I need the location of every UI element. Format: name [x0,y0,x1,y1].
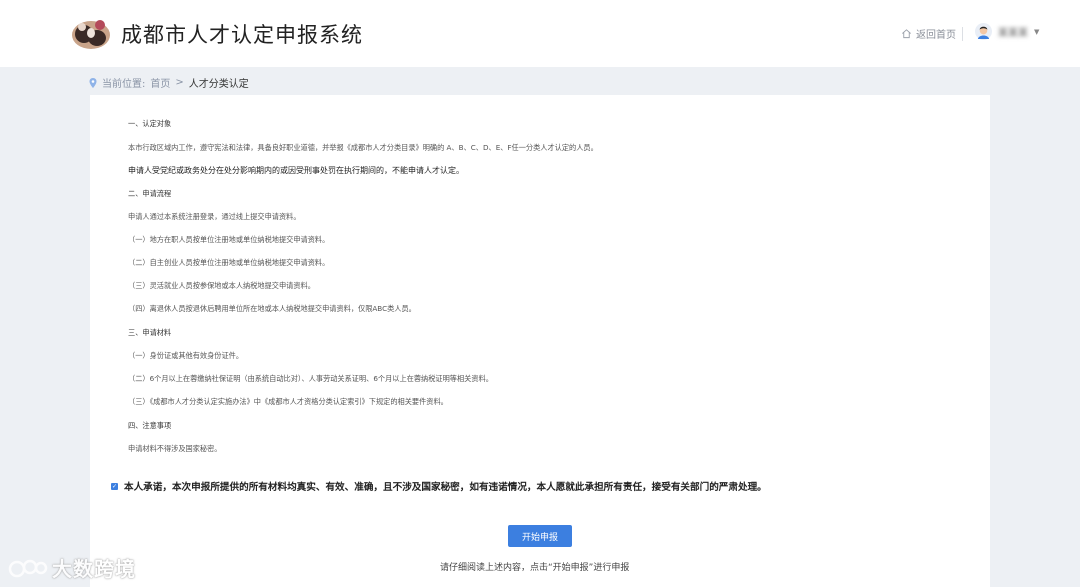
notice-line: （三）灵活就业人员按参保地或本人纳税地提交申请资料。 [128,281,315,290]
section-heading: 二、申请流程 [128,189,172,198]
instruction-hint: 请仔细阅读上述内容，点击“开始申报”进行申报 [440,563,630,573]
chevron-down-icon: ▼ [1034,27,1040,36]
section-heading: 一、认定对象 [128,119,172,128]
agreement-row: ✓ 本人承诺，本次申报所提供的所有材料均真实、有效、准确，且不涉及国家秘密，如有… [111,479,767,493]
notice-line: 申请人通过本系统注册登录，通过线上提交申请资料。 [128,212,301,221]
return-home-link[interactable]: 返回首页 [901,26,956,41]
agreement-checkbox[interactable]: ✓ [111,482,118,490]
notice-line: （三）《成都市人才分类认定实施办法》中《成都市人才资格分类认定索引》下规定的相关… [128,397,448,406]
watermark: 大数跨境 [8,553,136,582]
top-header: 成都市人才认定申报系统 返回首页 某某某 ▼ [0,0,1080,67]
breadcrumb: 当前位置: 首页 > 人才分类认定 [89,75,249,90]
user-menu[interactable]: 某某某 ▼ [975,23,1039,40]
location-pin-icon [89,77,97,88]
notice-line: （一）身份证或其他有效身份证件。 [128,351,244,360]
avatar [975,23,992,40]
notice-line: 申请人受党纪或政务处分在处分影响期内的或因受刑事处罚在执行期间的，不能申请人才认… [128,166,464,175]
notice-line: 申请材料不得涉及国家秘密。 [128,444,222,453]
watermark-logo-icon [8,559,48,577]
start-application-button[interactable]: 开始申报 [508,525,572,547]
watermark-text: 大数跨境 [52,557,136,581]
header-divider [962,27,963,41]
notice-line: （二）自主创业人员按单位注册地或单位纳税地提交申请资料。 [128,258,330,267]
user-name: 某某某 [998,28,1028,39]
notice-line: 本市行政区域内工作，遵守宪法和法律，具备良好职业道德，并举报《成都市人才分类目录… [128,143,598,152]
app-title: 成都市人才认定申报系统 [121,23,363,47]
notice-line: （一）地方在职人员按单位注册地或单位纳税地提交申请资料。 [128,235,330,244]
breadcrumb-current: 人才分类认定 [188,79,249,90]
notice-line: （四）离退休人员按退休后聘用单位所在地或本人纳税地提交申请资料，仅限ABC类人员… [128,304,416,313]
home-icon [902,29,911,39]
notice-card: 一、认定对象 本市行政区域内工作，遵守宪法和法律，具备良好职业道德，并举报《成都… [90,95,990,587]
breadcrumb-separator: > [175,77,184,88]
return-home-label: 返回首页 [916,30,956,41]
section-heading: 四、注意事项 [128,421,172,430]
breadcrumb-home[interactable]: 首页 [150,75,170,90]
notice-line: （二）6个月以上在蓉缴纳社保证明（由系统自动比对）、人事劳动关系证明、6个月以上… [128,374,493,383]
section-heading: 三、申请材料 [128,328,172,337]
agreement-text: 本人承诺，本次申报所提供的所有材料均真实、有效、准确，且不涉及国家秘密，如有违诺… [124,482,767,493]
breadcrumb-prefix: 当前位置: [102,79,146,90]
app-logo [72,20,110,49]
